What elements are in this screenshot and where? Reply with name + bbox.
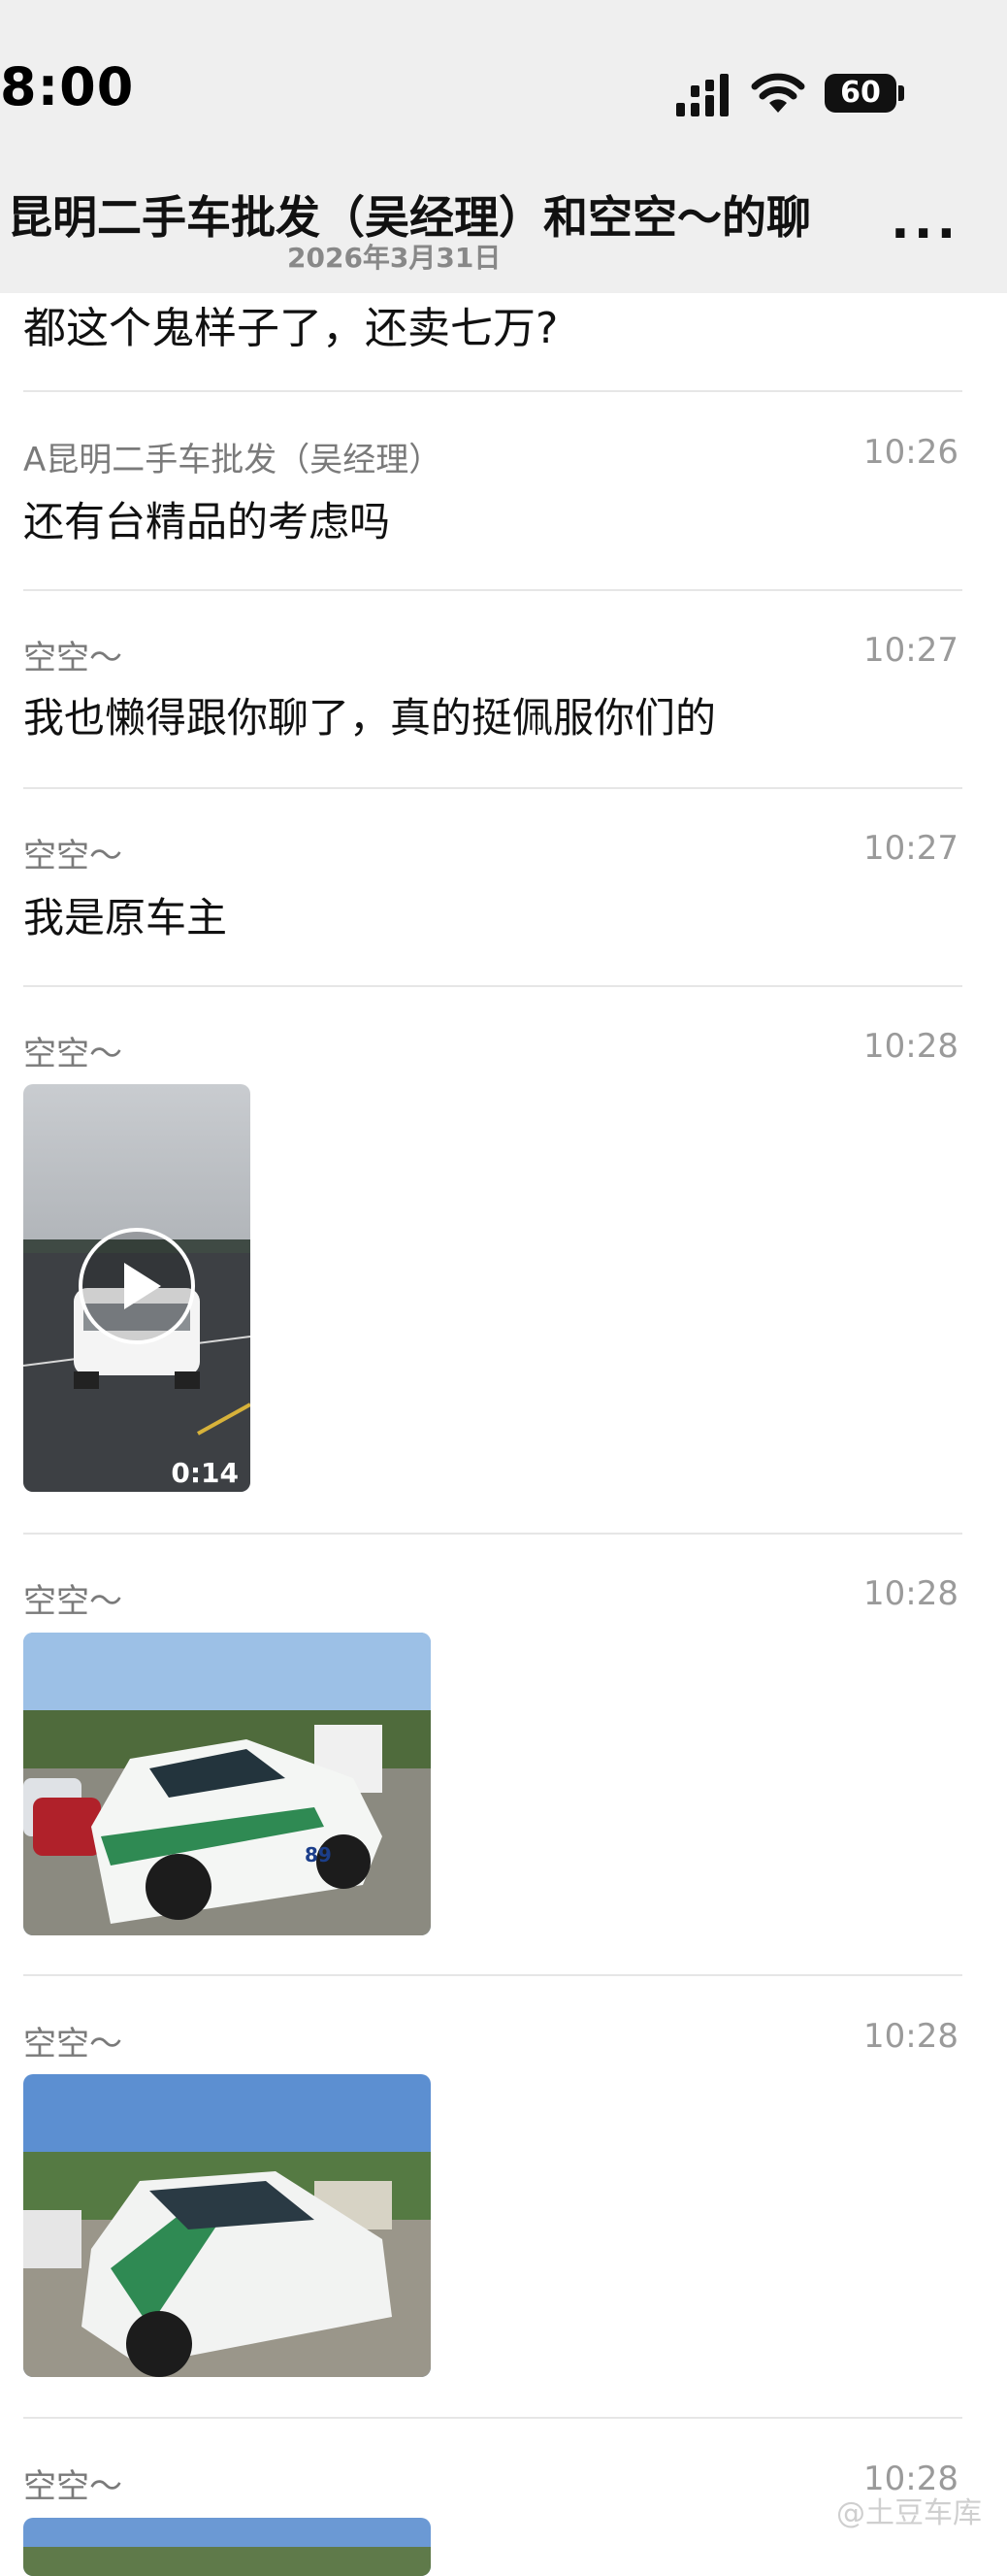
sender-name: 空空～ — [23, 1035, 122, 1073]
video-duration: 0:14 — [171, 1457, 239, 1489]
message-text: 都这个鬼样子了，还卖七万? — [23, 304, 559, 353]
sender-name: A昆明二手车批发（吴经理） — [23, 441, 442, 479]
divider — [23, 2417, 962, 2419]
video-frame: 0:14 — [23, 1084, 250, 1492]
car-number-label: 89 — [305, 1843, 332, 1866]
status-time: 8:00 — [0, 56, 135, 117]
message-text: 还有台精品的考虑吗 — [23, 498, 391, 545]
image-thumbnail[interactable] — [23, 2074, 431, 2377]
divider — [23, 1974, 962, 1976]
message-time: 10:26 — [863, 433, 958, 472]
divider — [23, 589, 962, 591]
sender-name: 空空～ — [23, 639, 122, 677]
sender-name: 空空～ — [23, 2025, 122, 2064]
image-thumbnail[interactable]: 89 — [23, 1633, 431, 1935]
message-text: 我也懒得跟你聊了，真的挺佩服你们的 — [23, 694, 717, 742]
signal-icon — [676, 74, 729, 116]
photo-partial — [23, 2518, 431, 2576]
message-time: 10:28 — [863, 1574, 958, 1613]
message-time: 10:27 — [863, 829, 958, 868]
battery-nub — [898, 85, 904, 101]
chat-date: 2026年3月31日 — [287, 242, 502, 274]
divider — [23, 787, 962, 789]
chat-header: 昆明二手车批发（吴经理）和空空～的聊 2026年3月31日 ... — [0, 155, 1007, 293]
crashed-car-photo — [23, 2074, 431, 2377]
sender-name: 空空～ — [23, 837, 122, 875]
crashed-car-photo: 89 — [23, 1633, 431, 1935]
sender-name: 空空～ — [23, 2467, 122, 2506]
image-thumbnail[interactable] — [23, 2518, 431, 2576]
more-menu-button[interactable]: ... — [891, 192, 959, 250]
wifi-icon — [751, 73, 805, 113]
divider — [23, 1533, 962, 1535]
message-text: 我是原车主 — [23, 894, 228, 941]
message-time: 10:28 — [863, 2017, 958, 2056]
message-time: 10:28 — [863, 1027, 958, 1066]
divider — [23, 390, 962, 392]
divider — [23, 985, 962, 987]
message-time: 10:27 — [863, 631, 958, 670]
sender-name: 空空～ — [23, 1582, 122, 1621]
video-thumbnail[interactable]: 0:14 — [23, 1084, 250, 1492]
battery-icon: 60 — [825, 74, 896, 113]
weibo-watermark: @土豆车库 — [836, 2496, 982, 2530]
